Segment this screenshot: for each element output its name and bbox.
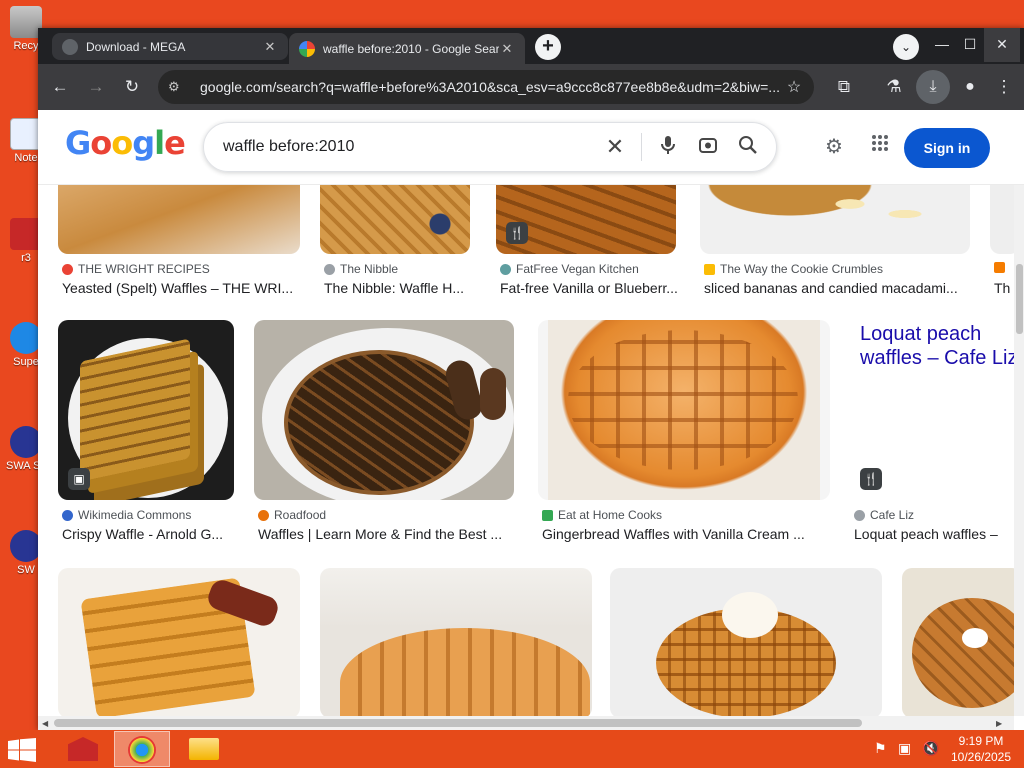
close-tab-icon[interactable]: ✕ [262,39,278,55]
result-thumbnail[interactable] [58,184,300,254]
scroll-right-arrow-icon[interactable]: ▶ [996,719,1002,728]
source-favicon-icon [704,263,715,275]
source-favicon-icon [324,263,335,275]
result-title[interactable]: Th [994,280,1014,296]
sign-in-button[interactable]: Sign in [904,128,990,168]
settings-gear-icon[interactable]: ⚙ [820,134,848,159]
folder-icon [189,738,219,760]
result-title[interactable]: sliced bananas and candied macadami... [704,280,972,296]
google-header: Google ✕ ⚙ Sign in [38,110,1024,184]
network-icon[interactable]: ▣ [898,740,911,757]
result-title[interactable]: Gingerbread Waffles with Vanilla Cream .… [542,526,832,542]
horizontal-scroll-thumb[interactable] [54,719,862,727]
result-thumbnail[interactable] [990,184,1014,254]
tab-google-search[interactable]: waffle before:2010 - Google Search ✕ [289,33,525,64]
taskbar-app-archive[interactable] [56,731,112,767]
result-thumbnail[interactable]: ▣ [58,320,234,500]
recipe-fork-knife-icon: 🍴 [860,468,882,490]
google-logo[interactable]: Google [65,124,186,162]
google-favicon-icon [299,40,315,57]
google-apps-icon[interactable] [866,134,894,157]
taskbar-app-file-explorer[interactable] [176,731,232,767]
flag-notification-icon[interactable]: ⚑ [874,740,887,757]
browser-window: Download - MEGA ✕ waffle before:2010 - G… [38,28,1024,730]
archive-app-icon [68,737,98,761]
new-tab-button[interactable]: + [535,34,561,60]
globe-icon [62,38,78,55]
search-icon[interactable] [728,135,768,160]
windows-start-icon[interactable] [8,738,38,762]
menu-dots-icon[interactable]: ⋮ [990,73,1018,101]
scroll-left-arrow-icon[interactable]: ◀ [42,719,48,728]
result-title[interactable]: Waffles | Learn More & Find the Best ... [258,526,516,542]
source-favicon-icon [854,509,865,521]
site-info-icon[interactable]: ⚙ [168,79,186,95]
result-thumbnail[interactable] [610,568,882,716]
clock-date: 10/26/2025 [950,750,1012,764]
search-box: ✕ [203,122,777,172]
clear-search-icon[interactable]: ✕ [595,134,635,160]
source-favicon-icon [542,509,553,521]
vertical-scrollbar[interactable] [1014,184,1024,716]
source-favicon-icon [62,263,73,275]
result-title[interactable]: Crispy Waffle - Arnold G... [62,526,234,542]
clock-time: 9:19 PM [958,734,1004,748]
tab-download-mega[interactable]: Download - MEGA ✕ [52,33,288,60]
result-title[interactable]: Yeasted (Spelt) Waffles – THE WRI... [62,280,302,296]
vertical-scroll-thumb[interactable] [1016,264,1023,334]
camera-lens-icon[interactable] [688,135,728,160]
search-divider [641,133,642,161]
result-thumbnail[interactable] [320,184,470,254]
result-title[interactable]: Loquat peach waffles – [854,526,1014,542]
close-window-button[interactable]: ✕ [984,28,1020,62]
labs-flask-icon[interactable]: ⚗ [880,73,908,101]
source-favicon-icon [500,263,511,275]
result-thumbnail[interactable] [700,184,970,254]
result-thumbnail[interactable]: Loquat peach waffles – Cafe Liz 🍴 [850,320,1014,500]
search-input[interactable] [223,138,595,156]
tab-search-button[interactable]: ⌄ [893,34,919,60]
microphone-icon[interactable] [648,135,688,160]
download-icon[interactable]: ⤓ [916,70,950,104]
result-thumbnail[interactable] [58,568,300,716]
result-thumbnail[interactable] [320,568,592,716]
volume-muted-icon[interactable]: 🔇 [922,740,939,757]
system-clock[interactable]: 9:19 PM 10/26/2025 [942,733,1020,765]
forward-button[interactable]: → [82,73,110,101]
result-title[interactable]: The Nibble: Waffle H... [324,280,472,296]
result-thumbnail[interactable] [538,320,830,500]
reload-button[interactable]: ↻ [118,73,146,101]
recipe-fork-knife-icon: 🍴 [506,222,528,244]
result-title[interactable]: Fat-free Vanilla or Blueberr... [500,280,680,296]
broken-image-alt-text[interactable]: Loquat peach waffles – Cafe Liz [860,322,1014,382]
address-bar[interactable]: ⚙ google.com/search?q=waffle+before%3A20… [158,70,814,104]
result-thumbnail[interactable]: 🍴 [496,184,676,254]
title-bar: Download - MEGA ✕ waffle before:2010 - G… [38,28,1024,64]
extensions-icon[interactable]: ⧉ [830,73,858,101]
google-images-page: Google ✕ ⚙ Sign in [38,110,1024,730]
taskbar-app-browser[interactable] [114,731,170,767]
profile-avatar-icon[interactable]: ● [956,73,984,101]
result-thumbnail[interactable] [254,320,514,500]
horizontal-scrollbar[interactable]: ◀ ▶ [38,716,1014,730]
source-favicon-icon [62,509,73,521]
source-favicon-icon [994,262,1005,273]
result-thumbnail[interactable] [902,568,1014,716]
back-button[interactable]: ← [46,73,74,101]
maximize-button[interactable]: ☐ [952,28,988,62]
image-badge-icon: ▣ [68,468,90,490]
taskbar: ⚑ ▣ 🔇 9:19 PM 10/26/2025 [0,730,1024,768]
header-divider [38,184,1024,185]
close-tab-icon[interactable]: ✕ [499,41,515,57]
bookmark-star-icon[interactable]: ☆ [784,77,804,97]
browser-toolbar: ← → ↻ ⚙ google.com/search?q=waffle+befor… [38,64,1024,110]
browser-app-icon [128,736,156,764]
source-favicon-icon [258,509,269,521]
image-results-grid: THE WRIGHT RECIPES Yeasted (Spelt) Waffl… [38,184,1014,716]
